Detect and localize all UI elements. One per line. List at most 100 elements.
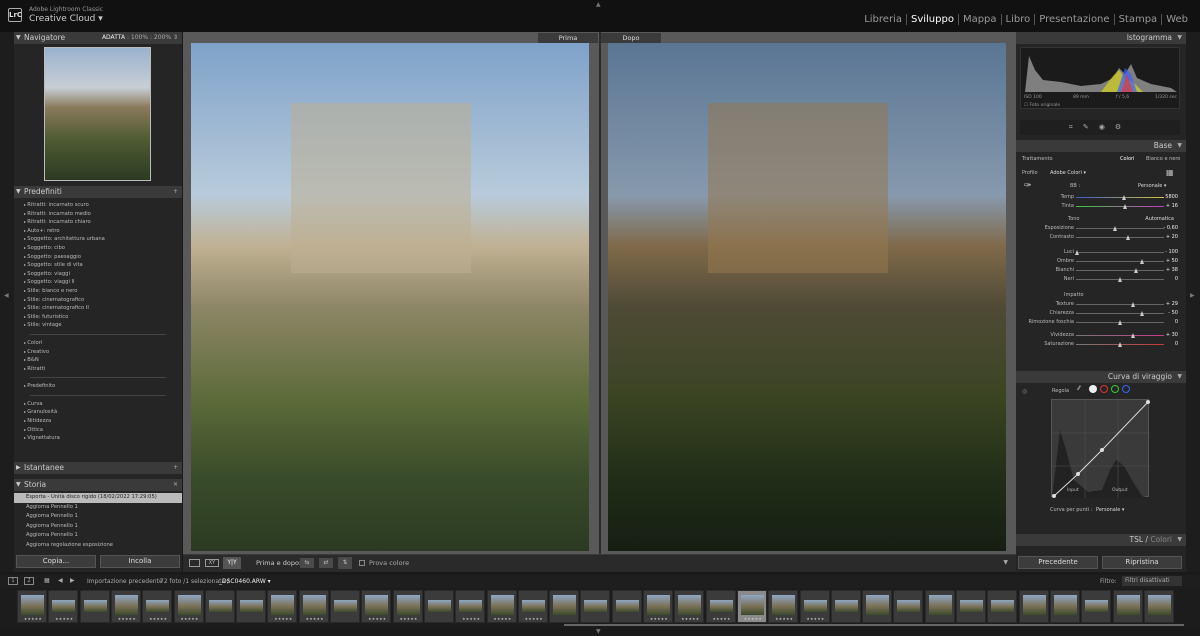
filmstrip-thumbnail[interactable] (1081, 590, 1112, 623)
curve-red-icon[interactable] (1100, 385, 1108, 393)
filename-dropdown[interactable]: _DSC0460.ARW ▾ (219, 578, 271, 585)
slider-blacks[interactable]: Neri 0 (1016, 275, 1186, 284)
preset-item[interactable]: Stile: vintage (14, 321, 182, 330)
module-libreria[interactable]: Libreria (860, 14, 907, 25)
preset-item[interactable]: Stile: bianco e nero (14, 287, 182, 296)
forward-icon[interactable]: ▶ (70, 577, 75, 584)
parametric-curve-icon[interactable]: ⁄⁄ (1078, 385, 1086, 393)
filmstrip-thumbnail[interactable]: ★★★★★ (361, 590, 392, 623)
left-panel-toggle-icon[interactable]: ◀ (4, 292, 9, 299)
target-icon[interactable]: ◎ (1022, 388, 1027, 395)
preset-group[interactable]: B&N (14, 356, 182, 365)
window-2-icon[interactable]: 2 (24, 577, 34, 585)
hsl-header[interactable]: TSL / Colori ▼ (1016, 534, 1186, 546)
before-image[interactable] (191, 43, 589, 551)
preset-item[interactable]: Soggetto: paesaggio (14, 253, 182, 262)
preset-item[interactable]: Soggetto: viaggi (14, 270, 182, 279)
filmstrip-thumbnail[interactable]: ★★★★★ (173, 590, 204, 623)
after-image[interactable] (608, 43, 1006, 551)
add-icon[interactable]: + (173, 462, 178, 474)
history-item[interactable]: Aggiorna Pennello 1 (14, 531, 182, 541)
filmstrip-thumbnail[interactable]: ★★★★★ (768, 590, 799, 623)
filmstrip-thumbnail[interactable] (580, 590, 611, 623)
before-after-split-icon[interactable]: Y|Y (223, 557, 241, 569)
close-icon[interactable]: ✕ (173, 479, 178, 491)
right-panel-toggle-icon[interactable]: ▶ (1190, 292, 1195, 299)
filmstrip-thumbnail[interactable] (987, 590, 1018, 623)
profile-dropdown[interactable]: Adobe Colori ▾ (1050, 170, 1086, 176)
navigator-preview[interactable] (44, 47, 151, 181)
module-libro[interactable]: Libro (1002, 14, 1036, 25)
preset-item[interactable]: Stile: futuristico (14, 313, 182, 322)
preset-item[interactable]: Stile: cinematografico II (14, 304, 182, 313)
preset-group[interactable]: Curva (14, 400, 182, 409)
treatment-color[interactable]: Colori (1120, 156, 1134, 162)
history-item[interactable]: Esporta - Unità disco rigido (18/02/2022… (14, 493, 182, 503)
filmstrip-thumbnail[interactable] (1018, 590, 1049, 623)
filmstrip-thumbnail[interactable] (79, 590, 110, 623)
wb-dropdown[interactable]: Personale ▾ (1138, 183, 1166, 189)
preset-group[interactable]: Nitidezza (14, 417, 182, 426)
zoom-200[interactable]: 200% (154, 34, 171, 41)
slider-contrast[interactable]: Contrasto + 20 (1016, 233, 1186, 242)
module-web[interactable]: Web (1162, 14, 1192, 25)
loupe-view-icon[interactable] (189, 559, 200, 567)
treatment-bw[interactable]: Bianco e nero (1146, 156, 1180, 162)
history-item[interactable]: Aggiorna Pennello 1 (14, 512, 182, 522)
slider-saturation[interactable]: Saturazione 0 (1016, 340, 1186, 349)
filmstrip-thumbnail[interactable]: ★★★★★ (674, 590, 705, 623)
tone-curve-graph[interactable]: Input Output (1051, 399, 1150, 498)
zoom-100[interactable]: 100% (131, 34, 148, 41)
eyedropper-icon[interactable]: ✑ (1024, 181, 1032, 191)
copy-button[interactable]: Copia... (16, 555, 96, 568)
navigator-header[interactable]: ▼ Navigatore ADATTA : 100% : 200% ⇕ (14, 32, 182, 44)
grid-icon[interactable]: ▦ (44, 577, 50, 584)
snapshots-header[interactable]: ▶ Istantanee + (14, 462, 182, 474)
profile-browser-icon[interactable]: ▦ (1166, 168, 1174, 177)
heal-icon[interactable]: ✎ (1083, 123, 1099, 131)
filmstrip-thumbnail[interactable] (204, 590, 235, 623)
slider-shadows[interactable]: Ombre + 50 (1016, 257, 1186, 266)
filmstrip-thumbnail[interactable]: ★★★★★ (48, 590, 79, 623)
histogram-header[interactable]: Istogramma ▼ (1016, 32, 1186, 44)
filmstrip-thumbnail[interactable]: ★★★★★ (486, 590, 517, 623)
preset-item[interactable]: Auto+: retro (14, 227, 182, 236)
curve-rgb-icon[interactable] (1089, 385, 1097, 393)
tone-curve-header[interactable]: Curva di viraggio ▼ (1016, 371, 1186, 383)
preset-group[interactable]: Colori (14, 339, 182, 348)
preset-item[interactable]: Soggetto: architettura urbana (14, 235, 182, 244)
preset-group[interactable]: Ottica (14, 426, 182, 435)
slider-dehaze[interactable]: Rimozione foschia 0 (1016, 318, 1186, 327)
redeye-icon[interactable]: ◉ (1099, 123, 1115, 131)
crop-icon[interactable]: ⌗ (1069, 123, 1083, 131)
filmstrip-thumbnail[interactable]: ★★★★★ (705, 590, 736, 623)
filmstrip-thumbnail[interactable]: ★★★★★ (736, 590, 767, 623)
preset-group[interactable]: Ritratti (14, 365, 182, 374)
swap-icon[interactable]: ⇅ (338, 557, 352, 569)
preset-item[interactable]: Ritratti: incarnato chiaro (14, 218, 182, 227)
filmstrip-thumbnail[interactable]: ★★★★★ (517, 590, 548, 623)
filmstrip-thumbnail[interactable] (1112, 590, 1143, 623)
filmstrip-thumbnail[interactable] (956, 590, 986, 623)
filmstrip-thumbnail[interactable] (830, 590, 861, 623)
preset-item[interactable]: Soggetto: viaggi II (14, 278, 182, 287)
filmstrip-thumbnail[interactable]: ★★★★★ (267, 590, 298, 623)
preset-item[interactable]: Soggetto: cibo (14, 244, 182, 253)
preset-item[interactable]: Ritratti: incarnato scuro (14, 201, 182, 210)
filter-dropdown[interactable]: Filtri disattivati (1122, 576, 1182, 586)
filmstrip-thumbnail[interactable] (862, 590, 893, 623)
filmstrip-thumbnail[interactable]: ★★★★★ (110, 590, 141, 623)
filmstrip-thumbnail[interactable]: ★★★★★ (392, 590, 423, 623)
slider-temp[interactable]: Temp 5800 (1016, 193, 1186, 202)
slider-clarity[interactable]: Chiarezza - 50 (1016, 309, 1186, 318)
module-presentazione[interactable]: Presentazione (1035, 14, 1115, 25)
reset-button[interactable]: Ripristina (1102, 556, 1182, 569)
app-subname[interactable]: Creative Cloud ▾ (29, 14, 103, 24)
bottom-panel-toggle-icon[interactable]: ▼ (596, 628, 601, 635)
preset-group[interactable]: Granulosità (14, 408, 182, 417)
paste-button[interactable]: Incolla (100, 555, 180, 568)
preset-group[interactable]: Vignettatura (14, 434, 182, 443)
filmstrip-thumbnail[interactable] (1049, 590, 1080, 623)
module-mappa[interactable]: Mappa (959, 14, 1002, 25)
auto-tone-button[interactable]: Automatica (1145, 216, 1174, 222)
